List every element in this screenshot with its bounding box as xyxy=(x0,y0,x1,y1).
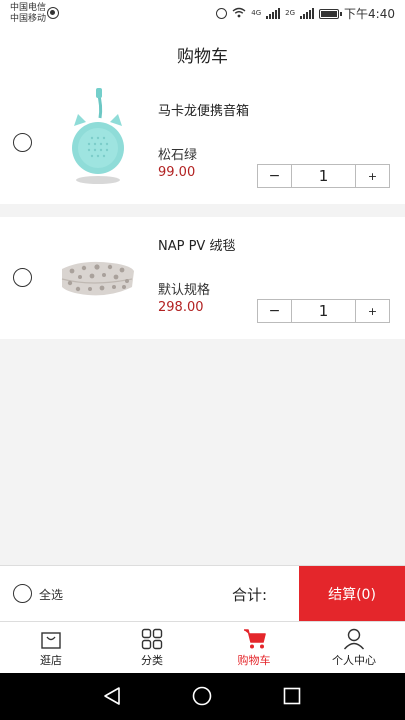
tab-label: 购物车 xyxy=(237,654,271,667)
alarm-icon xyxy=(216,8,228,19)
increase-button[interactable]: + xyxy=(356,300,389,322)
checkout-bar: 全选 合计: 结算(0) xyxy=(0,565,405,622)
battery-icon xyxy=(319,8,343,19)
status-bar: 中国电信 中国移动 4G 2G 下午4:40 xyxy=(0,0,405,28)
decrease-button[interactable]: − xyxy=(258,165,291,187)
back-icon[interactable] xyxy=(103,686,121,706)
tab-profile[interactable]: 个人中心 xyxy=(319,622,389,674)
notification-icon xyxy=(47,7,59,19)
grid-icon xyxy=(141,628,163,650)
checkout-button[interactable]: 结算(0) xyxy=(299,566,405,622)
speaker-image[interactable] xyxy=(52,86,144,196)
product-price: 298.00 xyxy=(158,300,204,315)
product-spec: 默认规格 xyxy=(158,283,211,298)
network-type-2g: 2G xyxy=(285,9,296,17)
cart-icon xyxy=(244,629,266,649)
blanket-image[interactable] xyxy=(52,221,144,331)
page-header: 购物车 xyxy=(0,28,405,82)
cart-item: NAP PV 绒毯 默认规格 298.00 − 1 + xyxy=(0,217,405,339)
increase-button[interactable]: + xyxy=(356,165,389,187)
select-all-label[interactable]: 全选 xyxy=(39,586,63,603)
system-nav-bar xyxy=(0,673,405,720)
product-name[interactable]: NAP PV 绒毯 xyxy=(158,235,235,254)
shopping-bag-icon xyxy=(41,632,61,649)
carrier-2: 中国移动 xyxy=(10,14,47,24)
quantity-stepper: − 1 + xyxy=(257,299,390,323)
page-title: 购物车 xyxy=(177,47,228,67)
product-name[interactable]: 马卡龙便携音箱 xyxy=(158,100,249,119)
tab-bar: 逛店 分类 购物车 个人中心 xyxy=(0,621,405,673)
status-time: 下午4:40 xyxy=(344,7,395,21)
tab-shop[interactable]: 逛店 xyxy=(16,622,86,674)
select-all-radio[interactable] xyxy=(13,584,32,603)
tab-label: 个人中心 xyxy=(332,654,376,667)
tab-category[interactable]: 分类 xyxy=(117,622,187,674)
recents-icon[interactable] xyxy=(283,686,301,706)
product-price: 99.00 xyxy=(158,165,196,180)
carrier-1: 中国电信 xyxy=(10,3,47,13)
network-type-4g: 4G xyxy=(251,9,262,17)
decrease-button[interactable]: − xyxy=(258,300,291,322)
quantity-value[interactable]: 1 xyxy=(291,300,356,322)
quantity-stepper: − 1 + xyxy=(257,164,390,188)
total-label: 合计: xyxy=(232,586,268,604)
signal-icon xyxy=(266,8,281,19)
home-icon[interactable] xyxy=(192,686,212,706)
tab-label: 分类 xyxy=(141,654,163,667)
product-spec: 松石绿 xyxy=(158,148,198,163)
signal-icon-2 xyxy=(300,8,315,19)
item-select-radio[interactable] xyxy=(13,133,32,152)
person-icon xyxy=(343,628,365,650)
item-select-radio[interactable] xyxy=(13,268,32,287)
status-icons: 4G 2G 下午4:40 xyxy=(216,5,395,22)
cart-item: 马卡龙便携音箱 松石绿 99.00 − 1 + xyxy=(0,82,405,204)
carrier-info: 中国电信 中国移动 xyxy=(10,3,46,25)
tab-label: 逛店 xyxy=(40,654,62,667)
quantity-value[interactable]: 1 xyxy=(291,165,356,187)
tab-cart[interactable]: 购物车 xyxy=(219,622,289,674)
wifi-icon xyxy=(232,7,246,21)
